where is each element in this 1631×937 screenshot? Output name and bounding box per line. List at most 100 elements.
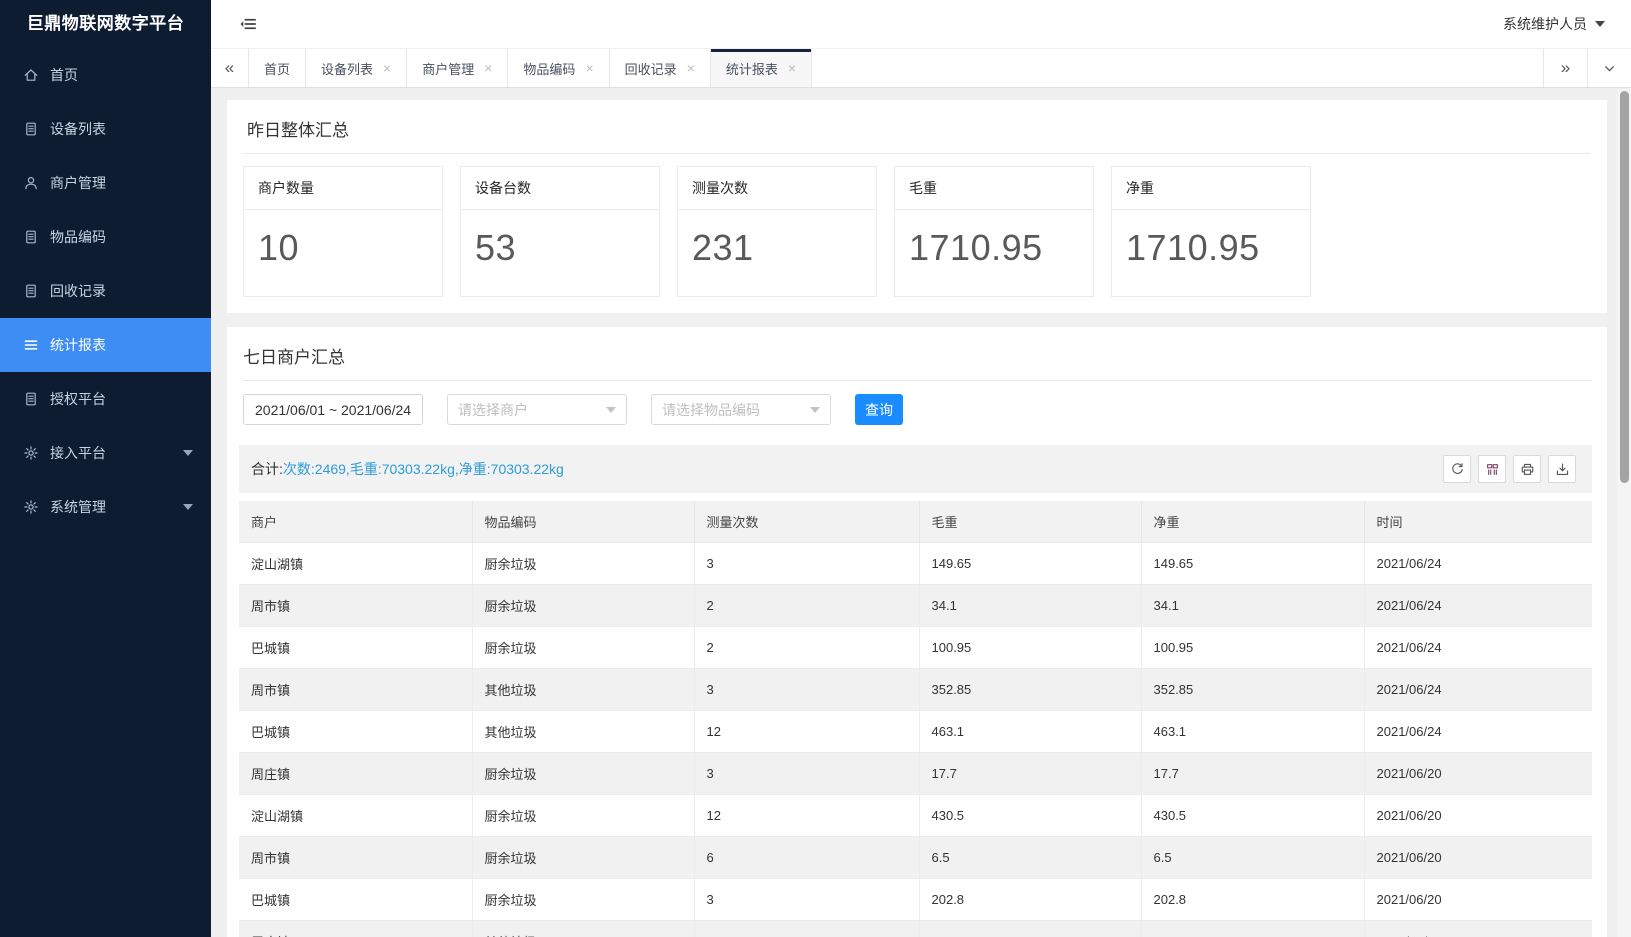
sidebar-item-label: 首页	[50, 65, 78, 85]
sidebar-item-device-list[interactable]: 设备列表	[0, 102, 211, 156]
user-menu[interactable]: 系统维护人员	[1503, 14, 1605, 34]
sidebar-item-home[interactable]: 首页	[0, 48, 211, 102]
tab-close-icon[interactable]: ×	[383, 61, 391, 75]
tab-item-code[interactable]: 物品编码 ×	[508, 49, 609, 87]
table-cell: 34.1	[1141, 585, 1364, 627]
sidebar-item-label: 统计报表	[50, 335, 106, 355]
sidebar-item-label: 授权平台	[50, 389, 106, 409]
table-cell: 2021/06/24	[1364, 585, 1592, 627]
table-cell: 17.7	[919, 753, 1141, 795]
app-window: 巨鼎物联网数字平台 首页设备列表商户管理物品编码回收记录统计报表授权平台接入平台…	[0, 0, 1631, 937]
table-cell: 周市镇	[239, 585, 472, 627]
doc-icon	[22, 229, 40, 245]
table-cell: 3	[694, 669, 919, 711]
tabs-scroll-left-button[interactable]: «	[211, 49, 249, 87]
table-row[interactable]: 巴城镇厨余垃圾3202.8202.82021/06/20	[239, 879, 1592, 921]
tabs-scroll-right-button[interactable]: »	[1543, 49, 1587, 87]
table-cell: 2021/06/20	[1364, 921, 1592, 937]
column-header: 商户	[239, 501, 472, 543]
sidebar-item-recycle-records[interactable]: 回收记录	[0, 264, 211, 318]
sidebar-item-label: 设备列表	[50, 119, 106, 139]
table-cell: 100.95	[1141, 627, 1364, 669]
table-row[interactable]: 周庄镇厨余垃圾317.717.72021/06/20	[239, 753, 1592, 795]
tab-close-icon[interactable]: ×	[687, 61, 695, 75]
date-range-input[interactable]	[243, 394, 423, 425]
table-cell: 其他垃圾	[472, 711, 694, 753]
home-icon	[22, 67, 40, 83]
tab-merchant-management[interactable]: 商户管理×	[407, 49, 508, 87]
tab-home[interactable]: 首页	[249, 49, 306, 87]
tab-statistics-report[interactable]: 统计报表 ×	[711, 49, 812, 87]
table-cell: 周庄镇	[239, 921, 472, 937]
table-row[interactable]: 周市镇其他垃圾3352.85352.852021/06/24	[239, 669, 1592, 711]
column-header: 净重	[1141, 501, 1364, 543]
sidebar-item-statistics-report[interactable]: 统计报表	[0, 318, 211, 372]
menu-fold-icon[interactable]	[239, 15, 257, 33]
table-cell: 430.5	[919, 795, 1141, 837]
tab-close-icon[interactable]: ×	[788, 61, 796, 75]
sidebar-item-label: 系统管理	[50, 497, 106, 517]
table-cell: 202.8	[1141, 879, 1364, 921]
table-cell: 149.65	[919, 543, 1141, 585]
seven-day-report-title: 七日商户汇总	[243, 341, 1592, 381]
table-cell: 周市镇	[239, 837, 472, 879]
tab-label: 物品编码	[523, 59, 575, 78]
tab-close-icon[interactable]: ×	[585, 61, 593, 75]
column-header: 物品编码	[472, 501, 694, 543]
sidebar-item-merchant-management[interactable]: 商户管理	[0, 156, 211, 210]
tab-close-icon[interactable]: ×	[484, 61, 492, 75]
table-cell: 巴城镇	[239, 711, 472, 753]
table-row[interactable]: 淀山湖镇厨余垃圾12430.5430.52021/06/20	[239, 795, 1592, 837]
item-code-select[interactable]: 请选择物品编码	[651, 394, 831, 425]
tab-recycle-records[interactable]: 回收记录 ×	[610, 49, 711, 87]
print-button[interactable]	[1513, 455, 1541, 483]
page-content: 昨日整体汇总 商户数量 10设备台数 53测量次数 231毛重 1710.95净…	[211, 88, 1631, 937]
table-body: 淀山湖镇厨余垃圾3149.65149.652021/06/24周市镇厨余垃圾23…	[239, 543, 1592, 937]
table-cell: 2021/06/24	[1364, 711, 1592, 753]
tab-label: 回收记录	[625, 59, 677, 78]
table-row[interactable]: 周庄镇其他垃圾168.98.92021/06/20	[239, 921, 1592, 937]
tabs-collapse-button[interactable]	[1587, 49, 1631, 87]
table-cell: 厨余垃圾	[472, 627, 694, 669]
export-icon	[1555, 462, 1570, 477]
card-label: 毛重	[895, 167, 1093, 210]
table-row[interactable]: 巴城镇厨余垃圾2100.95100.952021/06/24	[239, 627, 1592, 669]
table-cell: 17.7	[1141, 753, 1364, 795]
query-button[interactable]: 查询	[855, 394, 903, 425]
table-row[interactable]: 淀山湖镇厨余垃圾3149.65149.652021/06/24	[239, 543, 1592, 585]
table-cell: 2021/06/20	[1364, 879, 1592, 921]
table-cell: 12	[694, 711, 919, 753]
yesterday-summary-title: 昨日整体汇总	[243, 114, 1591, 154]
merchant-select[interactable]: 请选择商户	[447, 394, 627, 425]
sidebar-item-item-code[interactable]: 物品编码	[0, 210, 211, 264]
card-value: 1710.95	[1112, 210, 1310, 296]
summary-cards: 商户数量 10设备台数 53测量次数 231毛重 1710.95净重 1710.…	[243, 166, 1591, 297]
table-cell: 其他垃圾	[472, 921, 694, 937]
scrollbar-thumb[interactable]	[1620, 91, 1629, 483]
table-cell: 2	[694, 585, 919, 627]
table-cell: 厨余垃圾	[472, 837, 694, 879]
sidebar-item-access-platform[interactable]: 接入平台	[0, 426, 211, 480]
table-row[interactable]: 周市镇厨余垃圾234.134.12021/06/24	[239, 585, 1592, 627]
refresh-button[interactable]	[1443, 455, 1471, 483]
table-cell: 2021/06/24	[1364, 669, 1592, 711]
columns-button[interactable]	[1478, 455, 1506, 483]
table-row[interactable]: 周市镇厨余垃圾66.56.52021/06/20	[239, 837, 1592, 879]
tab-bar-actions: »	[1543, 49, 1631, 87]
tab-device-list[interactable]: 设备列表×	[306, 49, 407, 87]
export-button[interactable]	[1548, 455, 1576, 483]
menu-icon	[22, 337, 40, 353]
table-cell: 周庄镇	[239, 753, 472, 795]
table-row[interactable]: 巴城镇其他垃圾12463.1463.12021/06/24	[239, 711, 1592, 753]
table-cell: 149.65	[1141, 543, 1364, 585]
sidebar-item-label: 物品编码	[50, 227, 106, 247]
table-cell: 3	[694, 753, 919, 795]
sidebar-item-auth-platform[interactable]: 授权平台	[0, 372, 211, 426]
table-cell: 3	[694, 543, 919, 585]
totals-value: 次数:2469,毛重:70303.22kg,净重:70303.22kg	[283, 461, 564, 477]
sidebar-item-system-management[interactable]: 系统管理	[0, 480, 211, 534]
table-cell: 202.8	[919, 879, 1141, 921]
tab-label: 统计报表	[726, 59, 778, 78]
table-cell: 厨余垃圾	[472, 585, 694, 627]
summary-card: 净重 1710.95	[1111, 166, 1311, 297]
